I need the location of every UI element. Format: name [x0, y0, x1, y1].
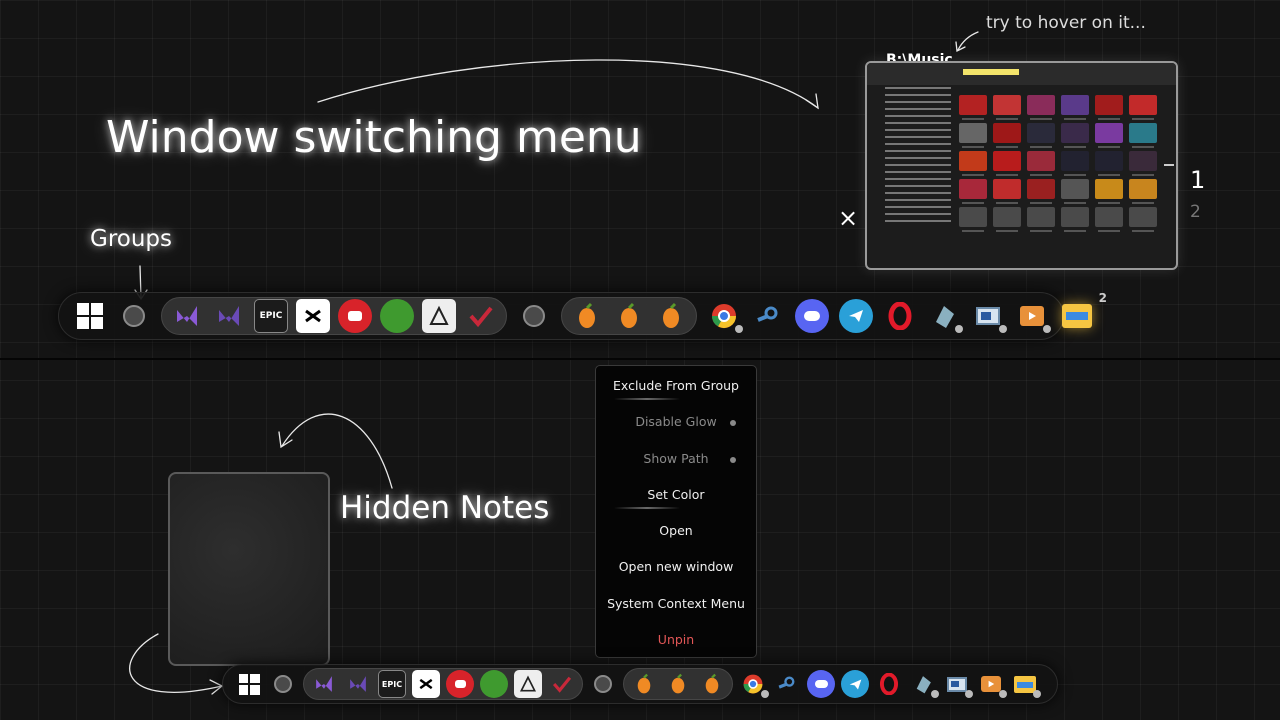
fl-studio-icon[interactable]: [630, 670, 658, 698]
media-player-icon[interactable]: [1015, 299, 1051, 333]
red-check-icon[interactable]: [464, 299, 498, 333]
open-new-window-item[interactable]: Open new window: [596, 557, 756, 593]
explorer-window-count: 2: [1098, 291, 1107, 305]
visual-studio-icon[interactable]: [310, 670, 338, 698]
steam-icon[interactable]: [773, 670, 801, 698]
fl-studio-icon[interactable]: [570, 299, 604, 333]
explorer-tab: [963, 69, 1019, 75]
red-check-icon[interactable]: [548, 670, 576, 698]
taskbar-bottom: EPIC: [222, 664, 1058, 704]
arrow-to-preview: [317, 59, 819, 109]
hidden-notes-label: Hidden Notes: [340, 490, 550, 526]
visual-studio-icon[interactable]: [344, 670, 372, 698]
chrome-icon[interactable]: [739, 670, 769, 698]
preview-page-2[interactable]: 2: [1190, 202, 1201, 222]
windows-icon[interactable]: [235, 670, 263, 698]
taskbar-top: EPIC 2: [58, 291, 1107, 340]
group-toggle-button[interactable]: [117, 299, 151, 333]
toggle-indicator: [730, 420, 736, 427]
capcut-icon[interactable]: [296, 299, 330, 333]
epic-games-icon[interactable]: EPIC: [254, 299, 288, 333]
close-preview-button[interactable]: ×: [838, 204, 858, 232]
preview-page-1[interactable]: 1: [1190, 166, 1205, 194]
menu-label: Set Color: [647, 486, 705, 502]
opera-icon[interactable]: [875, 670, 903, 698]
explorer-thumbnails: [959, 95, 1157, 232]
group-toggle-button[interactable]: [517, 299, 551, 333]
opera-icon[interactable]: [883, 299, 917, 333]
file-explorer-icon[interactable]: [1011, 670, 1041, 698]
epic-games-icon[interactable]: EPIC: [378, 670, 406, 698]
arrow-to-title: [957, 31, 979, 51]
open-item[interactable]: Open: [596, 521, 756, 557]
menu-label: Open new window: [618, 559, 734, 575]
3d-app-icon[interactable]: [927, 299, 963, 333]
window-switching-label: Window switching menu: [106, 112, 642, 163]
fl-studio-icon[interactable]: [698, 670, 726, 698]
section-divider: [0, 358, 1280, 360]
chrome-icon[interactable]: [707, 299, 743, 333]
disable-glow-item[interactable]: Disable Glow: [596, 412, 756, 448]
hover-hint-label: try to hover on it...: [986, 13, 1146, 33]
window-app-icon[interactable]: [971, 299, 1007, 333]
toggle-indicator: [730, 456, 736, 463]
telegram-icon[interactable]: [841, 670, 869, 698]
app-group-1[interactable]: EPIC: [161, 297, 507, 335]
visual-studio-icon[interactable]: [212, 299, 246, 333]
fl-studio-icon[interactable]: [654, 299, 688, 333]
group-toggle-button[interactable]: [589, 670, 617, 698]
exclude-from-group-item[interactable]: Exclude From Group: [596, 376, 756, 412]
zbrush-icon[interactable]: [514, 670, 542, 698]
group-toggle-button[interactable]: [269, 670, 297, 698]
menu-label: System Context Menu: [607, 595, 745, 611]
system-context-menu-item[interactable]: System Context Menu: [596, 594, 756, 630]
groups-label: Groups: [90, 226, 173, 252]
visual-studio-icon[interactable]: [170, 299, 204, 333]
app-group-2[interactable]: [561, 297, 697, 335]
menu-label: Unpin: [657, 632, 695, 648]
set-color-item[interactable]: Set Color: [596, 485, 756, 521]
capcut-icon[interactable]: [412, 670, 440, 698]
green-app-icon[interactable]: [380, 299, 414, 333]
windows-icon[interactable]: [73, 299, 107, 333]
media-player-icon[interactable]: [977, 670, 1007, 698]
menu-label: Show Path: [643, 450, 709, 466]
window-preview[interactable]: [865, 61, 1178, 270]
telegram-icon[interactable]: [839, 299, 873, 333]
red-app-icon[interactable]: [338, 299, 372, 333]
window-app-icon[interactable]: [943, 670, 973, 698]
app-group-1[interactable]: EPIC: [303, 668, 583, 700]
unpin-item[interactable]: Unpin: [596, 630, 756, 666]
explorer-toolbar: [867, 63, 1176, 85]
context-menu: Exclude From Group Disable Glow Show Pat…: [595, 365, 757, 658]
hidden-note[interactable]: [168, 472, 330, 666]
menu-label: Disable Glow: [635, 414, 717, 430]
discord-icon[interactable]: [795, 299, 829, 333]
explorer-sidebar: [885, 87, 951, 257]
fl-studio-icon[interactable]: [664, 670, 692, 698]
steam-icon[interactable]: [751, 299, 785, 333]
red-app-icon[interactable]: [446, 670, 474, 698]
zbrush-icon[interactable]: [422, 299, 456, 333]
show-path-item[interactable]: Show Path: [596, 449, 756, 485]
app-group-2[interactable]: [623, 668, 733, 700]
green-app-icon[interactable]: [480, 670, 508, 698]
discord-icon[interactable]: [807, 670, 835, 698]
fl-studio-icon[interactable]: [612, 299, 646, 333]
preview-scroll-indicator: [1164, 164, 1174, 166]
file-explorer-icon[interactable]: 2: [1059, 291, 1107, 333]
menu-label: Exclude From Group: [613, 378, 739, 393]
3d-app-icon[interactable]: [909, 670, 939, 698]
menu-label: Open: [659, 523, 693, 539]
